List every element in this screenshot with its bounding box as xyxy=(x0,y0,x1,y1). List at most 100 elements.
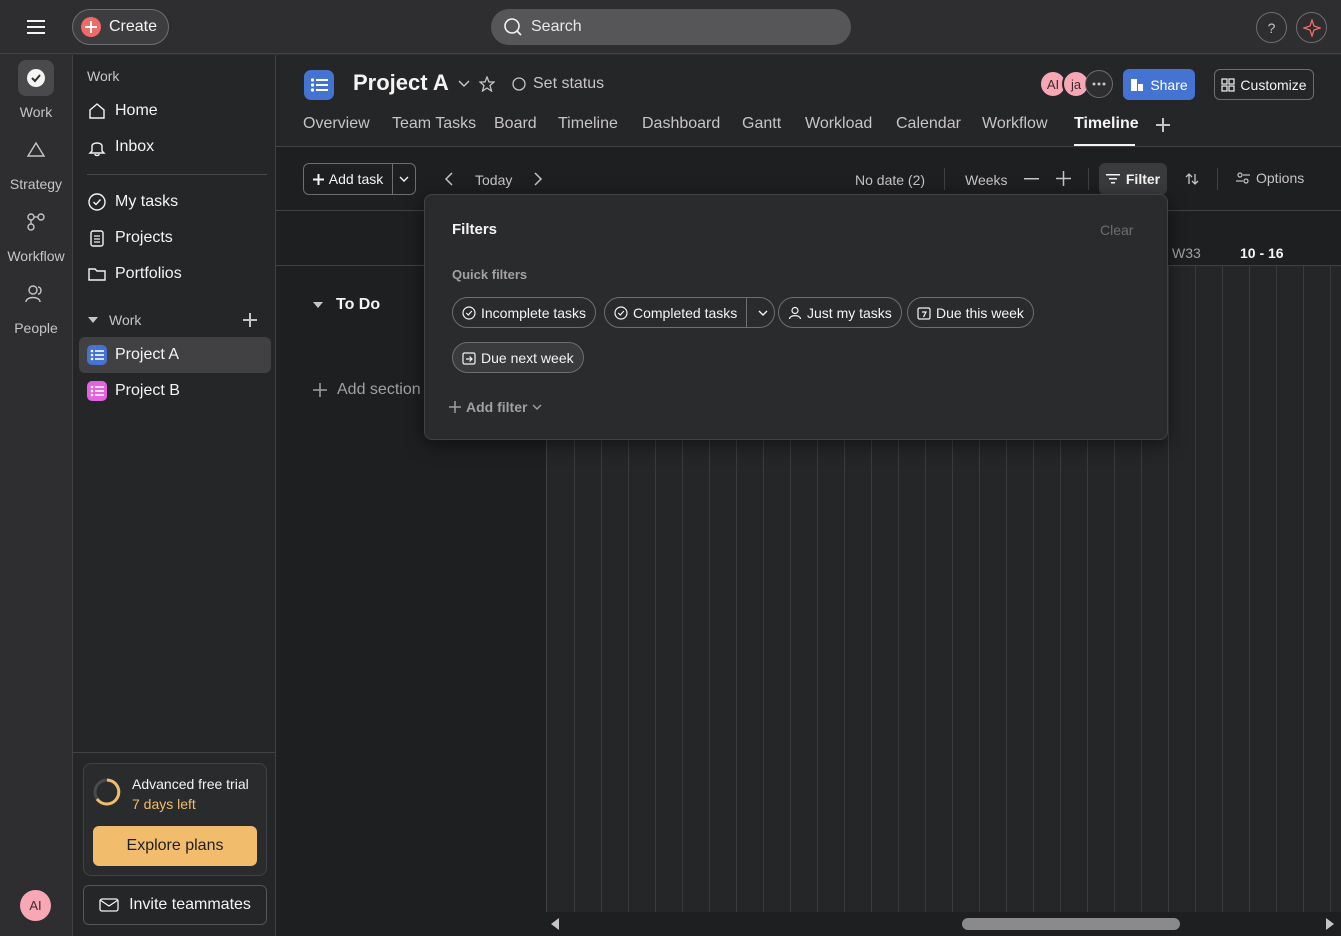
chip-completed-tasks: Completed tasks xyxy=(604,297,776,328)
caret-down-icon xyxy=(313,302,323,308)
explore-plans-button[interactable]: Explore plans xyxy=(93,826,257,866)
rail-label: Work xyxy=(19,104,53,120)
add-task-button[interactable]: Add task xyxy=(304,164,393,194)
sidebar-bottom-divider xyxy=(73,752,277,753)
search-placeholder: Search xyxy=(531,18,582,35)
top-bar: Create Search ? xyxy=(0,0,1341,54)
horizontal-scrollbar[interactable] xyxy=(546,912,1341,936)
sidebar-item-projects[interactable]: Projects xyxy=(79,220,271,256)
no-date-button[interactable]: No date (2) xyxy=(855,172,925,188)
project-menu-button[interactable] xyxy=(458,79,470,89)
today-button[interactable]: Today xyxy=(475,172,512,188)
scroll-left-arrow-icon[interactable] xyxy=(550,918,560,930)
rail-item-work[interactable]: Work xyxy=(0,60,72,120)
options-button[interactable]: Options xyxy=(1236,170,1304,186)
help-label: ? xyxy=(1267,19,1276,36)
rail-item-workflow[interactable]: Workflow xyxy=(0,204,72,264)
ai-sparkle-button[interactable] xyxy=(1296,12,1327,43)
hamburger-menu-button[interactable] xyxy=(22,14,50,40)
minus-icon xyxy=(1024,178,1039,180)
sidebar-item-label: My tasks xyxy=(115,193,179,210)
main-content: Project A Set status AI ja Share Customi… xyxy=(276,55,1341,936)
day-gridline xyxy=(1195,266,1196,912)
work-group-toggle[interactable]: Work xyxy=(87,312,141,328)
project-list-icon[interactable] xyxy=(304,70,334,100)
section-to-do[interactable]: To Do xyxy=(312,296,380,314)
options-sliders-icon xyxy=(1236,172,1250,184)
sort-button[interactable] xyxy=(1185,172,1199,186)
sidebar-item-portfolios[interactable]: Portfolios xyxy=(79,256,271,292)
sidebar-item-my-tasks[interactable]: My tasks xyxy=(79,184,271,220)
sidebar-item-home[interactable]: Home xyxy=(79,93,271,129)
share-label: Share xyxy=(1150,76,1188,93)
share-people-icon xyxy=(1131,78,1144,91)
clear-filters-button[interactable]: Clear xyxy=(1100,222,1133,238)
filter-button[interactable]: Filter xyxy=(1099,163,1167,195)
chip-label: Incomplete tasks xyxy=(481,304,587,321)
chip-just-my-tasks[interactable]: Just my tasks xyxy=(778,297,902,328)
triangle-icon xyxy=(18,132,54,168)
scroll-right-arrow-icon[interactable] xyxy=(1325,918,1335,930)
add-project-button[interactable] xyxy=(243,313,257,327)
tab-board[interactable]: Board xyxy=(494,115,537,133)
chip-incomplete-tasks[interactable]: Incomplete tasks xyxy=(452,297,597,328)
tab-workload[interactable]: Workload xyxy=(805,115,872,133)
tab-gantt[interactable]: Gantt xyxy=(742,115,781,133)
invite-teammates-button[interactable]: Invite teammates xyxy=(83,885,267,925)
completed-tasks-dropdown[interactable] xyxy=(752,298,774,327)
sort-icon xyxy=(1185,173,1199,185)
project-title[interactable]: Project A xyxy=(353,70,449,96)
tab-team-tasks[interactable]: Team Tasks xyxy=(392,115,476,133)
sidebar-item-project-b[interactable]: Project B xyxy=(79,373,271,409)
next-button[interactable] xyxy=(533,172,543,186)
search-input[interactable]: Search xyxy=(491,9,851,45)
chip-due-this-week[interactable]: Due this week xyxy=(907,297,1034,328)
customize-button[interactable]: Customize xyxy=(1214,69,1314,100)
section-label: To Do xyxy=(336,296,381,313)
help-button[interactable]: ? xyxy=(1256,12,1287,43)
tab-overview[interactable]: Overview xyxy=(303,115,370,133)
add-section-button[interactable]: Add section xyxy=(313,381,421,399)
more-members-button[interactable] xyxy=(1085,70,1113,98)
calendar-next-icon xyxy=(462,351,476,365)
sidebar-item-inbox[interactable]: Inbox xyxy=(79,129,271,165)
scrollbar-thumb[interactable] xyxy=(962,918,1180,930)
completed-tasks-button[interactable]: Completed tasks xyxy=(605,298,748,327)
tab-timeline[interactable]: Timeline xyxy=(558,115,618,133)
set-status-button[interactable]: Set status xyxy=(512,75,604,93)
chevron-down-icon xyxy=(532,404,542,410)
chevron-down-icon xyxy=(458,80,470,88)
zoom-out-button[interactable] xyxy=(1024,178,1039,180)
grid-icon xyxy=(1221,77,1236,92)
rail-item-people[interactable]: People xyxy=(0,276,72,336)
user-avatar[interactable]: AI xyxy=(20,890,51,921)
add-task-label: Add task xyxy=(328,171,384,187)
add-task-split-button: Add task xyxy=(303,163,416,195)
weeks-zoom-label[interactable]: Weeks xyxy=(965,172,1008,188)
trial-progress-ring-icon xyxy=(93,778,121,806)
add-filter-button[interactable]: Add filter xyxy=(449,399,542,415)
add-tab-button[interactable] xyxy=(1156,118,1170,132)
avatar-initials: ja xyxy=(1070,76,1082,92)
create-button[interactable]: Create xyxy=(72,9,169,45)
add-task-dropdown-button[interactable] xyxy=(393,164,415,194)
sidebar-item-project-a[interactable]: Project A xyxy=(79,337,271,373)
tab-dashboard[interactable]: Dashboard xyxy=(642,115,720,133)
zoom-in-button[interactable] xyxy=(1056,171,1071,186)
sidebar-section-label: Work xyxy=(87,68,120,84)
chip-due-next-week[interactable]: Due next week xyxy=(452,342,584,373)
people-icon xyxy=(18,276,54,312)
previous-button[interactable] xyxy=(444,172,454,186)
filters-title: Filters xyxy=(452,221,498,238)
home-icon xyxy=(89,103,105,119)
rail-item-strategy[interactable]: Strategy xyxy=(0,132,72,192)
tab-calendar[interactable]: Calendar xyxy=(896,115,961,133)
share-button[interactable]: Share xyxy=(1123,69,1195,100)
calendar-7-icon xyxy=(917,306,931,320)
favorite-button[interactable] xyxy=(479,76,495,92)
tab-workflow[interactable]: Workflow xyxy=(982,115,1048,133)
tab-timeline-active[interactable]: Timeline xyxy=(1074,115,1139,133)
sidebar-item-label: Project A xyxy=(115,346,180,363)
list-icon xyxy=(87,345,107,365)
day-gridline xyxy=(1330,266,1331,912)
